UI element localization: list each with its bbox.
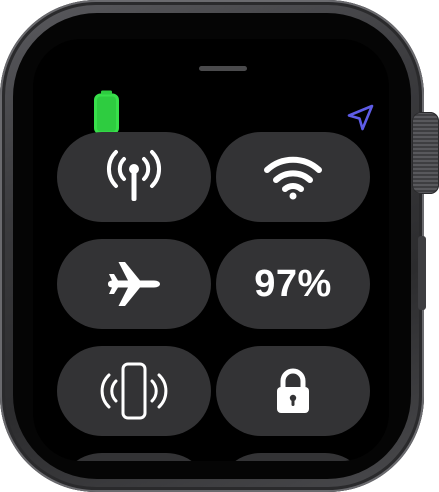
battery-percentage-button[interactable]: 97% <box>216 239 370 329</box>
ping-iphone-icon <box>100 362 168 420</box>
apple-watch: 97% <box>0 0 439 492</box>
wifi-icon <box>264 156 322 200</box>
control-center: 97% <box>33 39 389 461</box>
watch-screen: 97% <box>13 13 411 479</box>
airplane-mode-button[interactable] <box>57 239 211 329</box>
battery-percentage-label: 97% <box>254 262 332 305</box>
control-button-partial-right[interactable] <box>216 453 370 461</box>
pull-handle[interactable] <box>199 66 247 71</box>
control-button-partial-left[interactable] <box>57 453 211 461</box>
airplane-icon <box>108 262 160 306</box>
lock-icon <box>277 368 309 413</box>
battery-status-icon <box>94 90 119 135</box>
side-button[interactable] <box>418 236 426 310</box>
digital-crown[interactable] <box>412 112 439 194</box>
wifi-button[interactable] <box>216 132 370 222</box>
cellular-button[interactable] <box>57 132 211 222</box>
location-arrow-icon <box>347 104 374 131</box>
lock-button[interactable] <box>216 346 370 436</box>
ping-iphone-button[interactable] <box>57 346 211 436</box>
cellular-antenna-icon <box>106 150 162 201</box>
